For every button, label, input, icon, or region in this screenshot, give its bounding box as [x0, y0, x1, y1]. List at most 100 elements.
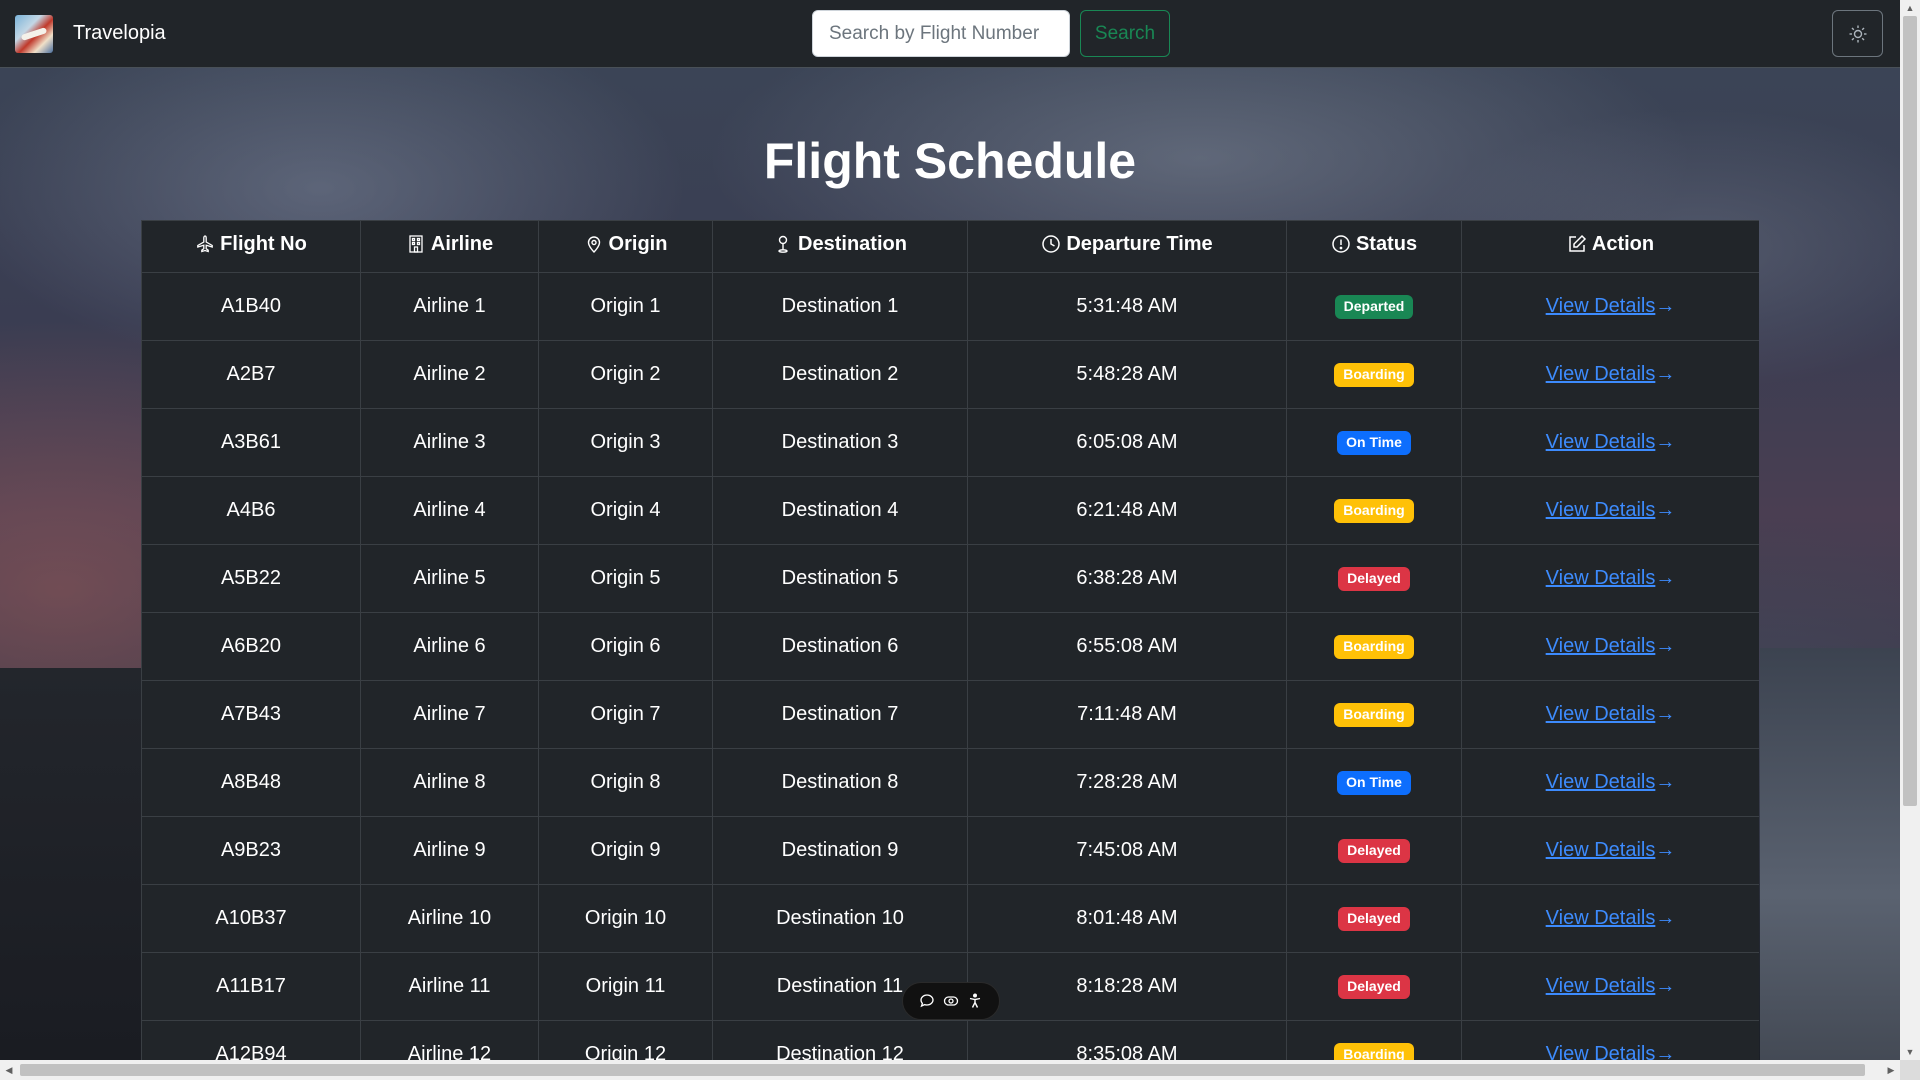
scrollbar-corner: [1900, 1060, 1920, 1080]
brand-name[interactable]: Travelopia: [73, 22, 166, 45]
arrow-right-icon[interactable]: →: [1655, 975, 1675, 997]
cell-status: Boarding: [1286, 612, 1462, 681]
chat-icon[interactable]: [919, 993, 935, 1009]
arrow-right-icon[interactable]: →: [1655, 635, 1675, 657]
status-badge: Delayed: [1338, 567, 1410, 591]
view-details-link[interactable]: View Details: [1546, 431, 1656, 453]
arrow-right-icon[interactable]: →: [1655, 363, 1675, 385]
arrow-right-icon[interactable]: →: [1655, 1043, 1675, 1060]
col-header-label: Status: [1355, 232, 1418, 255]
view-details-link[interactable]: View Details: [1546, 635, 1656, 657]
cell-airline: Airline 1: [360, 272, 539, 341]
view-details-link[interactable]: View Details: [1546, 295, 1656, 317]
page-title: Flight Schedule: [763, 133, 1137, 189]
arrow-right-icon[interactable]: →: [1655, 771, 1675, 793]
cell-action: View Details→: [1461, 612, 1759, 681]
cell-destination: Destination 8: [712, 748, 968, 817]
view-details-link[interactable]: View Details: [1546, 567, 1656, 589]
scroll-right-arrow-icon[interactable]: ▶: [1882, 1060, 1900, 1080]
cell-airline: Airline 11: [360, 952, 539, 1021]
cell-origin: Origin 2: [538, 340, 713, 409]
cell-flight-no: A2B7: [141, 340, 361, 409]
cell-destination: Destination 10: [712, 884, 968, 953]
cell-action: View Details→: [1461, 816, 1759, 885]
horizontal-scroll-thumb[interactable]: [20, 1064, 1865, 1076]
arrow-right-icon[interactable]: →: [1655, 839, 1675, 861]
cell-action: View Details→: [1461, 544, 1759, 613]
cell-origin: Origin 8: [538, 748, 713, 817]
col-header-departure: Departure Time: [967, 220, 1287, 273]
cell-airline: Airline 8: [360, 748, 539, 817]
view-details-link[interactable]: View Details: [1546, 771, 1656, 793]
sun-icon: [1849, 25, 1866, 42]
cell-airline: Airline 5: [360, 544, 539, 613]
cell-status: Delayed: [1286, 816, 1462, 885]
cell-airline: Airline 6: [360, 612, 539, 681]
search-input[interactable]: [812, 10, 1070, 57]
status-badge: Boarding: [1334, 703, 1414, 727]
cell-flight-no: A9B23: [141, 816, 361, 885]
cell-status: Boarding: [1286, 476, 1462, 545]
cell-origin: Origin 3: [538, 408, 713, 477]
brand-logo-icon[interactable]: [15, 14, 53, 53]
floating-toolbar: [902, 982, 1000, 1020]
accessibility-icon[interactable]: [967, 993, 983, 1009]
cell-origin: Origin 6: [538, 612, 713, 681]
cell-destination: Destination 5: [712, 544, 968, 613]
cell-flight-no: A10B37: [141, 884, 361, 953]
brand[interactable]: Travelopia: [15, 14, 166, 53]
view-details-link[interactable]: View Details: [1546, 839, 1656, 861]
view-details-link[interactable]: View Details: [1546, 499, 1656, 521]
cell-origin: Origin 5: [538, 544, 713, 613]
theme-toggle-button[interactable]: [1832, 10, 1883, 57]
cell-action: View Details→: [1461, 408, 1759, 477]
table-row: A7B43 Airline 7 Origin 7 Destination 7 7:11:…: [141, 680, 1759, 749]
clock-icon: [1042, 235, 1061, 253]
cell-flight-no: A4B6: [141, 476, 361, 545]
cell-destination: Destination 12: [712, 1020, 968, 1060]
scroll-left-arrow-icon[interactable]: ◀: [0, 1060, 18, 1080]
table-row: A10B37 Airline 10 Origin 10 Destination 10 8…: [141, 884, 1759, 953]
view-details-link[interactable]: View Details: [1546, 703, 1656, 725]
col-header-status: Status: [1286, 220, 1462, 273]
terminal-silhouette-right: [1760, 648, 1900, 1060]
arrow-right-icon[interactable]: →: [1655, 703, 1675, 725]
cell-destination: Destination 4: [712, 476, 968, 545]
cell-destination: Destination 6: [712, 612, 968, 681]
map-pin-icon: [587, 236, 600, 254]
search-button[interactable]: Search: [1080, 10, 1170, 57]
cell-airline: Airline 3: [360, 408, 539, 477]
col-header-label: Flight No: [220, 232, 307, 255]
view-details-link[interactable]: View Details: [1546, 907, 1656, 929]
scroll-down-arrow-icon[interactable]: ▼: [1900, 1044, 1920, 1060]
cell-departure-time: 7:28:28 AM: [967, 748, 1287, 817]
vertical-scrollbar[interactable]: ▲ ▼: [1900, 0, 1920, 1060]
view-details-link[interactable]: View Details: [1546, 1043, 1656, 1060]
view-details-link[interactable]: View Details: [1546, 975, 1656, 997]
col-header-action: Action: [1461, 220, 1759, 273]
cell-status: Boarding: [1286, 680, 1462, 749]
arrow-right-icon[interactable]: →: [1655, 907, 1675, 929]
arrow-right-icon[interactable]: →: [1655, 567, 1675, 589]
vertical-scroll-thumb[interactable]: [1903, 16, 1917, 806]
cell-flight-no: A12B94: [141, 1020, 361, 1060]
status-badge: Boarding: [1334, 363, 1414, 387]
flight-table-container: Flight No Airline Origin Destination Dep…: [141, 220, 1759, 1060]
view-details-link[interactable]: View Details: [1546, 363, 1656, 385]
cell-action: View Details→: [1461, 680, 1759, 749]
cell-departure-time: 6:05:08 AM: [967, 408, 1287, 477]
cell-flight-no: A7B43: [141, 680, 361, 749]
arrow-right-icon[interactable]: →: [1655, 499, 1675, 521]
eye-icon[interactable]: [943, 993, 959, 1009]
scroll-up-arrow-icon[interactable]: ▲: [1900, 0, 1920, 16]
cell-airline: Airline 7: [360, 680, 539, 749]
arrow-right-icon[interactable]: →: [1655, 431, 1675, 453]
cell-destination: Destination 9: [712, 816, 968, 885]
cell-action: View Details→: [1461, 1020, 1759, 1060]
horizontal-scrollbar[interactable]: ◀ ▶: [0, 1060, 1900, 1080]
table-row: A2B7 Airline 2 Origin 2 Destination 2 5:48:2…: [141, 340, 1759, 409]
table-row: A5B22 Airline 5 Origin 5 Destination 5 6:38:…: [141, 544, 1759, 613]
arrow-right-icon[interactable]: →: [1655, 295, 1675, 317]
cell-departure-time: 8:18:28 AM: [967, 952, 1287, 1021]
cell-departure-time: 8:35:08 AM: [967, 1020, 1287, 1060]
